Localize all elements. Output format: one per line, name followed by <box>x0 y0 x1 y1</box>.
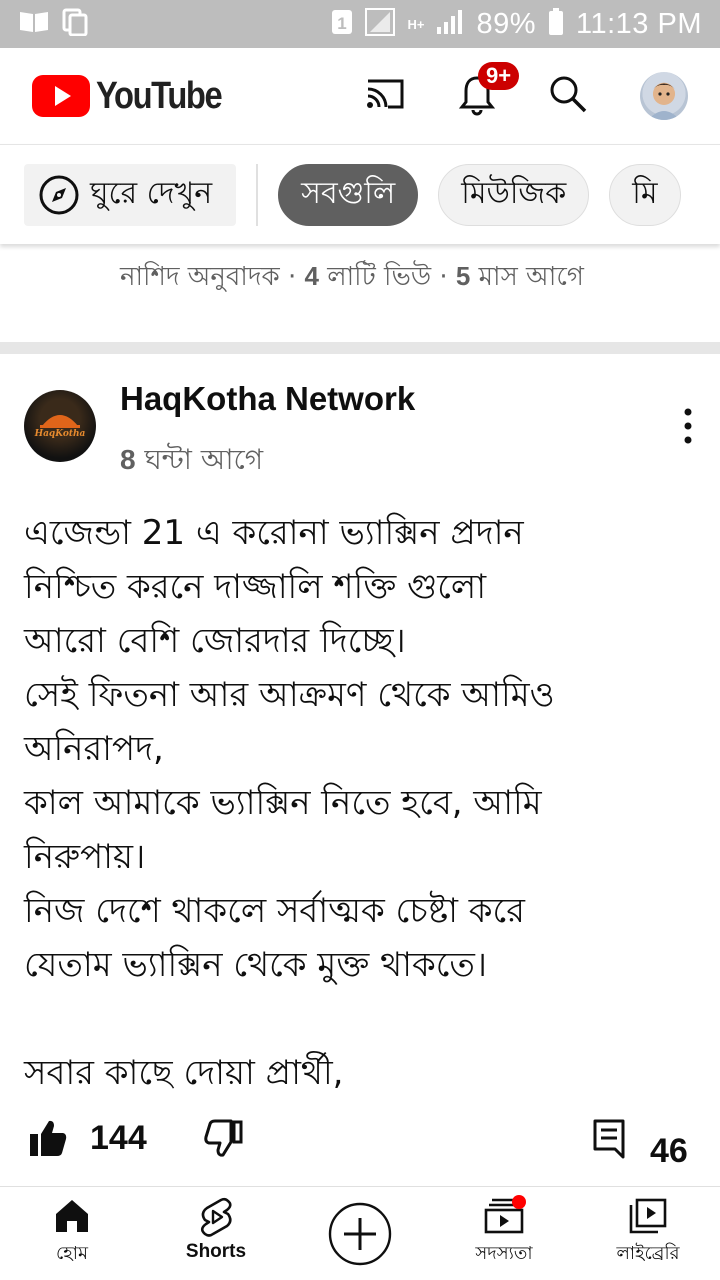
svg-text:1: 1 <box>338 14 347 33</box>
nav-subscriptions[interactable]: সদস্যতা <box>432 1187 576 1280</box>
post-line: নিজ দেশে থাকলে সর্বাত্মক চেষ্টা করে <box>24 891 525 931</box>
previous-item-views-count: 4 <box>304 261 319 291</box>
nav-home[interactable]: হোম <box>0 1187 144 1280</box>
feed-separator <box>0 342 720 354</box>
library-icon <box>629 1198 667 1234</box>
post-line: সবার কাছে দোয়া প্রার্থী, <box>24 1053 344 1093</box>
comment-count: 46 <box>650 1132 688 1170</box>
more-options-icon[interactable] <box>676 406 700 450</box>
sim-icon: 1 <box>331 9 353 39</box>
post-line: আরো বেশি জোরদার দিচ্ছে। <box>24 621 406 661</box>
post-line: সেই ফিতনা আর আক্রমণ থেকে আমিও <box>24 675 555 715</box>
post-line <box>24 992 704 1046</box>
status-bar: 1 H+ 89% 11:13 PM <box>0 0 720 48</box>
nav-library[interactable]: লাইব্রেরি <box>576 1187 720 1280</box>
logo-text: YouTube <box>96 74 223 117</box>
network-type-icon: H+ <box>407 16 425 32</box>
cast-icon[interactable] <box>364 77 406 115</box>
channel-avatar[interactable]: HaqKotha <box>24 390 96 462</box>
post-body: এজেন্ডা 21 এ করোনা ভ্যাক্সিন প্রদান নিশ্… <box>24 506 704 1100</box>
like-button[interactable]: 144 <box>28 1118 147 1158</box>
dislike-button[interactable] <box>204 1118 244 1162</box>
explore-chip[interactable]: ঘুরে দেখুন <box>24 163 237 226</box>
post-channel-name[interactable]: HaqKotha Network <box>120 380 415 418</box>
notifications-button[interactable]: 9+ <box>458 62 520 120</box>
shorts-icon <box>200 1197 232 1237</box>
post-line: অনিরাপদ, <box>24 729 164 769</box>
explore-chip-label: ঘুরে দেখুন <box>90 176 213 211</box>
chip-music[interactable]: মিউজিক <box>438 163 590 226</box>
app-bar: YouTube 9+ <box>0 48 720 144</box>
copy-icon <box>62 8 88 40</box>
previous-item-channel: নাশিদ অনুবাদক <box>120 262 280 292</box>
account-avatar[interactable] <box>640 72 688 120</box>
book-icon <box>18 9 50 39</box>
youtube-logo[interactable]: YouTube <box>32 75 242 118</box>
nav-shorts[interactable]: Shorts <box>144 1187 288 1280</box>
clock: 11:13 PM <box>576 7 702 40</box>
post-line: নিরুপায়। <box>24 837 146 877</box>
previous-item-age-count: 5 <box>455 261 471 291</box>
battery-icon <box>548 8 564 40</box>
thumbs-up-icon <box>30 1120 67 1156</box>
chip-partial[interactable]: মি <box>609 163 681 226</box>
nav-home-label: হোম <box>56 1243 88 1264</box>
post-line: কাল আমাকে ভ্যাক্সিন নিতে হবে, আমি <box>24 783 542 823</box>
search-icon[interactable] <box>548 74 588 118</box>
nav-shorts-label: Shorts <box>185 1241 247 1262</box>
compass-icon <box>39 175 79 214</box>
battery-percent: 89% <box>476 7 537 40</box>
post-time: 8 ঘন্টা আগে <box>120 443 264 476</box>
new-content-dot <box>512 1195 526 1209</box>
notification-badge: 9+ <box>478 62 520 90</box>
home-icon <box>56 1200 88 1232</box>
post-line: যেতাম ভ্যাক্সিন থেকে মুক্ত থাকতে। <box>24 945 488 985</box>
nav-subscriptions-label: সদস্যতা <box>475 1243 533 1264</box>
comment-icon <box>593 1119 625 1159</box>
like-count: 144 <box>90 1118 147 1157</box>
post-actions: 144 46 <box>0 1118 720 1182</box>
signal-bars-icon <box>436 9 464 39</box>
comments-button[interactable]: 46 <box>592 1118 688 1171</box>
youtube-play-icon <box>32 75 90 117</box>
post-line: এজেন্ডা 21 এ করোনা ভ্যাক্সিন প্রদান <box>24 513 524 553</box>
create-icon <box>328 1202 392 1265</box>
create-button[interactable] <box>288 1187 432 1280</box>
previous-item-metadata: নাশিদ অনুবাদক · 4 লাটি ভিউ · 5 মাস আগে <box>120 261 584 292</box>
filter-chip-bar: ঘুরে দেখুন সবগুলি মিউজিক মি <box>0 144 720 244</box>
thumbs-down-icon <box>204 1119 243 1157</box>
chip-all[interactable]: সবগুলি <box>278 163 419 226</box>
post-line: নিশ্চিত করনে দাজ্জালি শক্তি গুলো <box>24 567 487 607</box>
bottom-navigation: হোম Shorts সদস্যতা লাইব্রেরি <box>0 1186 720 1280</box>
nav-library-label: লাইব্রেরি <box>616 1243 680 1264</box>
signal-icon <box>365 8 396 40</box>
svg-text:HaqKotha: HaqKotha <box>34 429 86 439</box>
chip-divider <box>256 163 259 226</box>
